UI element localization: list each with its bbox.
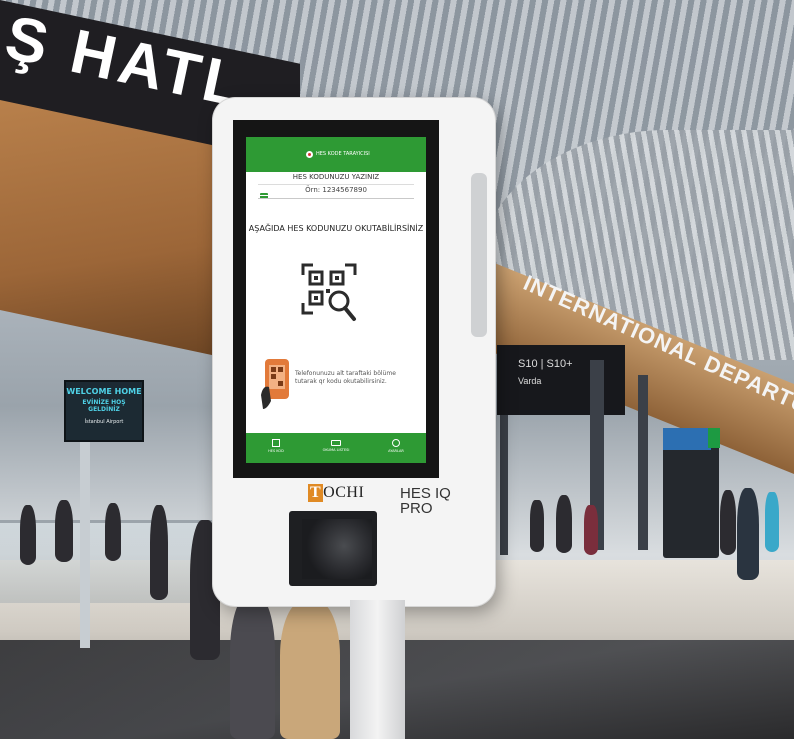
input-underline [258, 198, 414, 199]
model-name-line2: PRO [400, 500, 433, 517]
ad-board-text: S10 | S10+ [518, 358, 573, 370]
ad-board-subtext: Varda [518, 376, 542, 386]
kiosk-side-panel [471, 173, 487, 337]
welcome-sign-line3: İstanbul Airport [84, 419, 124, 425]
scanner-glass [302, 519, 372, 579]
person [230, 595, 275, 739]
welcome-sign-line1: WELCOME HOME [66, 387, 142, 396]
scan-hint-text: Telefonunuzu alt taraftaki bölüme tutara… [295, 370, 396, 385]
qr-scan-icon [301, 263, 357, 321]
kiosk-stand-pole [350, 600, 405, 739]
phone-in-hand-icon [261, 359, 289, 409]
person [737, 488, 759, 580]
tochi-logo: T OCHI [308, 484, 364, 502]
hes-code-input[interactable]: Örn: 1234567890 [246, 186, 426, 194]
divider [258, 184, 414, 185]
qr-icon [272, 439, 280, 447]
model-name-line1: HES IQ [400, 485, 451, 502]
person [280, 600, 340, 739]
person [20, 505, 36, 565]
model-name: HES IQ PRO [400, 486, 451, 516]
person [530, 500, 544, 552]
nav-ayarlar[interactable]: AYARLAR [366, 433, 426, 463]
person [105, 503, 121, 561]
scan-prompt: AŞAĞIDA HES KODUNUZU OKUTABİLİRSİNİZ [248, 224, 424, 233]
tochi-logo-text: OCHI [323, 484, 365, 501]
person [150, 505, 168, 600]
nav-hes-kod[interactable]: HES KOD [246, 433, 306, 463]
welcome-sign: WELCOME HOME EVİNİZE HOŞ GELDİNİZ İstanb… [64, 380, 144, 442]
person [765, 492, 779, 552]
screen-header-title: HES KODE TARAYICISI [316, 151, 370, 157]
gear-icon [392, 439, 400, 447]
screen-header: HES KODE TARAYICISI [246, 137, 426, 172]
info-kiosk-badge [708, 428, 720, 448]
pillar [500, 415, 508, 555]
bottom-nav: HES KOD OKUMA LISTESI AYARLAR [246, 433, 426, 463]
person [556, 495, 572, 553]
nav-hes-kod-label: HES KOD [268, 449, 284, 453]
info-kiosk-header [663, 428, 711, 450]
person [584, 505, 598, 555]
tochi-logo-initial: T [308, 484, 324, 502]
welcome-sign-line2: EVİNİZE HOŞ GELDİNİZ [82, 399, 126, 413]
hes-logo-icon [306, 151, 313, 158]
person [720, 490, 736, 555]
nav-okuma-listesi-label: OKUMA LISTESI [322, 448, 350, 452]
nav-okuma-listesi[interactable]: OKUMA LISTESI [306, 433, 366, 463]
pillar [638, 375, 648, 550]
ad-board [497, 345, 625, 415]
screen-title: HES KODUNUZU YAZINIZ [292, 173, 380, 181]
person [55, 500, 73, 562]
kiosk-screen: HES KODE TARAYICISI HES KODUNUZU YAZINIZ… [246, 137, 426, 463]
list-icon [331, 440, 341, 446]
nav-ayarlar-label: AYARLAR [388, 449, 404, 453]
welcome-sign-pole [80, 438, 90, 648]
